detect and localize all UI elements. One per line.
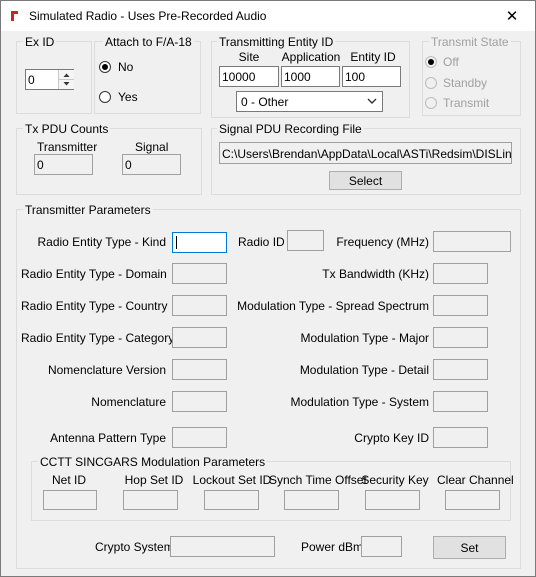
hop-set-id-label: Hop Set ID (124, 473, 184, 487)
crypto-key-label: Crypto Key ID (354, 431, 429, 445)
ex-id-spinner-buttons[interactable] (58, 70, 74, 89)
power-dbm-input[interactable] (361, 536, 402, 557)
kind-input[interactable] (172, 232, 227, 253)
transmitter-count: 0 (34, 154, 93, 175)
clear-channel-label: Clear Channel (437, 473, 514, 487)
chevron-down-icon (367, 98, 377, 104)
category-label: Radio Entity Type - Category (21, 331, 175, 345)
window-title: Simulated Radio - Uses Pre-Recorded Audi… (29, 9, 267, 23)
modulation-system-label: Modulation Type - System (290, 395, 429, 409)
lockout-set-id-label: Lockout Set ID (192, 473, 272, 487)
antenna-pattern-label: Antenna Pattern Type (50, 431, 166, 445)
synch-time-offset-label: Synch Time Offset (269, 473, 367, 487)
entity-type-dropdown[interactable]: 0 - Other (236, 91, 383, 112)
transmit-standby-radio[interactable] (425, 77, 437, 89)
transmit-transmit-label: Transmit (443, 96, 490, 110)
spread-spectrum-input[interactable] (433, 295, 488, 316)
select-button[interactable]: Select (329, 171, 402, 190)
app-icon (11, 11, 18, 21)
net-id-input[interactable] (43, 490, 97, 510)
hop-set-id-input[interactable] (123, 490, 178, 510)
country-label: Radio Entity Type - Country (21, 299, 168, 313)
entity-id-label: Entity ID (350, 50, 396, 64)
set-button[interactable]: Set (433, 536, 506, 559)
lockout-set-id-input[interactable] (204, 490, 259, 510)
attach-no-radio[interactable] (99, 61, 111, 73)
antenna-pattern-input[interactable] (172, 427, 227, 448)
signal-count-label: Signal (135, 140, 169, 154)
signal-file-path: C:\Users\Brendan\AppData\Local\ASTi\Reds… (219, 142, 512, 164)
attach-no-label: No (118, 60, 134, 74)
crypto-system-label: Crypto System (95, 540, 174, 554)
kind-label: Radio Entity Type - Kind (37, 235, 166, 249)
country-input[interactable] (172, 295, 227, 316)
power-dbm-label: Power dBm (301, 540, 364, 554)
tx-pdu-group-label: Tx PDU Counts (23, 122, 111, 136)
application-label: Application (281, 50, 341, 64)
transmit-standby-label: Standby (443, 76, 488, 90)
nomenclature-input[interactable] (172, 391, 227, 412)
attach-yes-label: Yes (118, 90, 138, 104)
signal-file-group-label: Signal PDU Recording File (217, 122, 364, 136)
spread-spectrum-label: Modulation Type - Spread Spectrum (237, 299, 429, 313)
modulation-detail-label: Modulation Type - Detail (299, 363, 429, 377)
nomenclature-version-label: Nomenclature Version (47, 363, 166, 377)
bandwidth-input[interactable] (433, 263, 488, 284)
transmitter-count-label: Transmitter (37, 140, 98, 154)
entity-id-input[interactable]: 100 (342, 66, 401, 87)
transmit-off-radio[interactable] (425, 56, 437, 68)
application-input[interactable]: 1000 (281, 66, 340, 87)
site-label: Site (238, 50, 260, 64)
transmit-state-group-label: Transmit State (429, 35, 511, 49)
modulation-major-input[interactable] (433, 327, 488, 348)
frequency-label: Frequency (MHz) (336, 235, 429, 249)
close-button[interactable]: ✕ (489, 1, 535, 31)
modulation-detail-input[interactable] (433, 359, 488, 380)
frequency-input[interactable] (433, 231, 511, 252)
security-key-label: Security Key (361, 473, 429, 487)
transmit-off-label: Off (443, 55, 459, 69)
net-id-label: Net ID (51, 473, 86, 487)
crypto-key-input[interactable] (433, 427, 488, 448)
clear-channel-input[interactable] (445, 490, 500, 510)
close-icon: ✕ (505, 8, 519, 25)
crypto-system-input[interactable] (170, 536, 275, 557)
attach-group-label: Attach to F/A-18 (103, 35, 194, 49)
domain-label: Radio Entity Type - Domain (21, 267, 167, 281)
category-input[interactable] (172, 327, 227, 348)
bandwidth-label: Tx Bandwidth (KHz) (322, 267, 429, 281)
synch-time-offset-input[interactable] (284, 490, 339, 510)
attach-yes-radio[interactable] (99, 91, 111, 103)
security-key-input[interactable] (365, 490, 420, 510)
title-bar: Simulated Radio - Uses Pre-Recorded Audi… (1, 1, 535, 31)
entity-id-group-label: Transmitting Entity ID (217, 35, 336, 49)
site-input[interactable]: 10000 (219, 66, 279, 87)
ex-id-group-label: Ex ID (23, 35, 57, 49)
signal-count: 0 (122, 154, 181, 175)
nomenclature-version-input[interactable] (172, 359, 227, 380)
ex-id-value: 0 (28, 73, 35, 87)
domain-input[interactable] (172, 263, 227, 284)
text-caret (176, 236, 177, 249)
sincgars-group-label: CCTT SINCGARS Modulation Parameters (38, 455, 268, 469)
sincgars-group (31, 461, 511, 521)
attach-group (94, 41, 201, 114)
simulated-radio-window: Simulated Radio - Uses Pre-Recorded Audi… (0, 0, 536, 577)
modulation-major-label: Modulation Type - Major (300, 331, 429, 345)
spinner-arrows-icon (59, 73, 74, 86)
nomenclature-label: Nomenclature (91, 395, 166, 409)
modulation-system-input[interactable] (433, 391, 488, 412)
transmit-transmit-radio[interactable] (425, 97, 437, 109)
transmitter-parameters-label: Transmitter Parameters (23, 203, 153, 217)
entity-type-dropdown-value: 0 - Other (241, 95, 289, 109)
